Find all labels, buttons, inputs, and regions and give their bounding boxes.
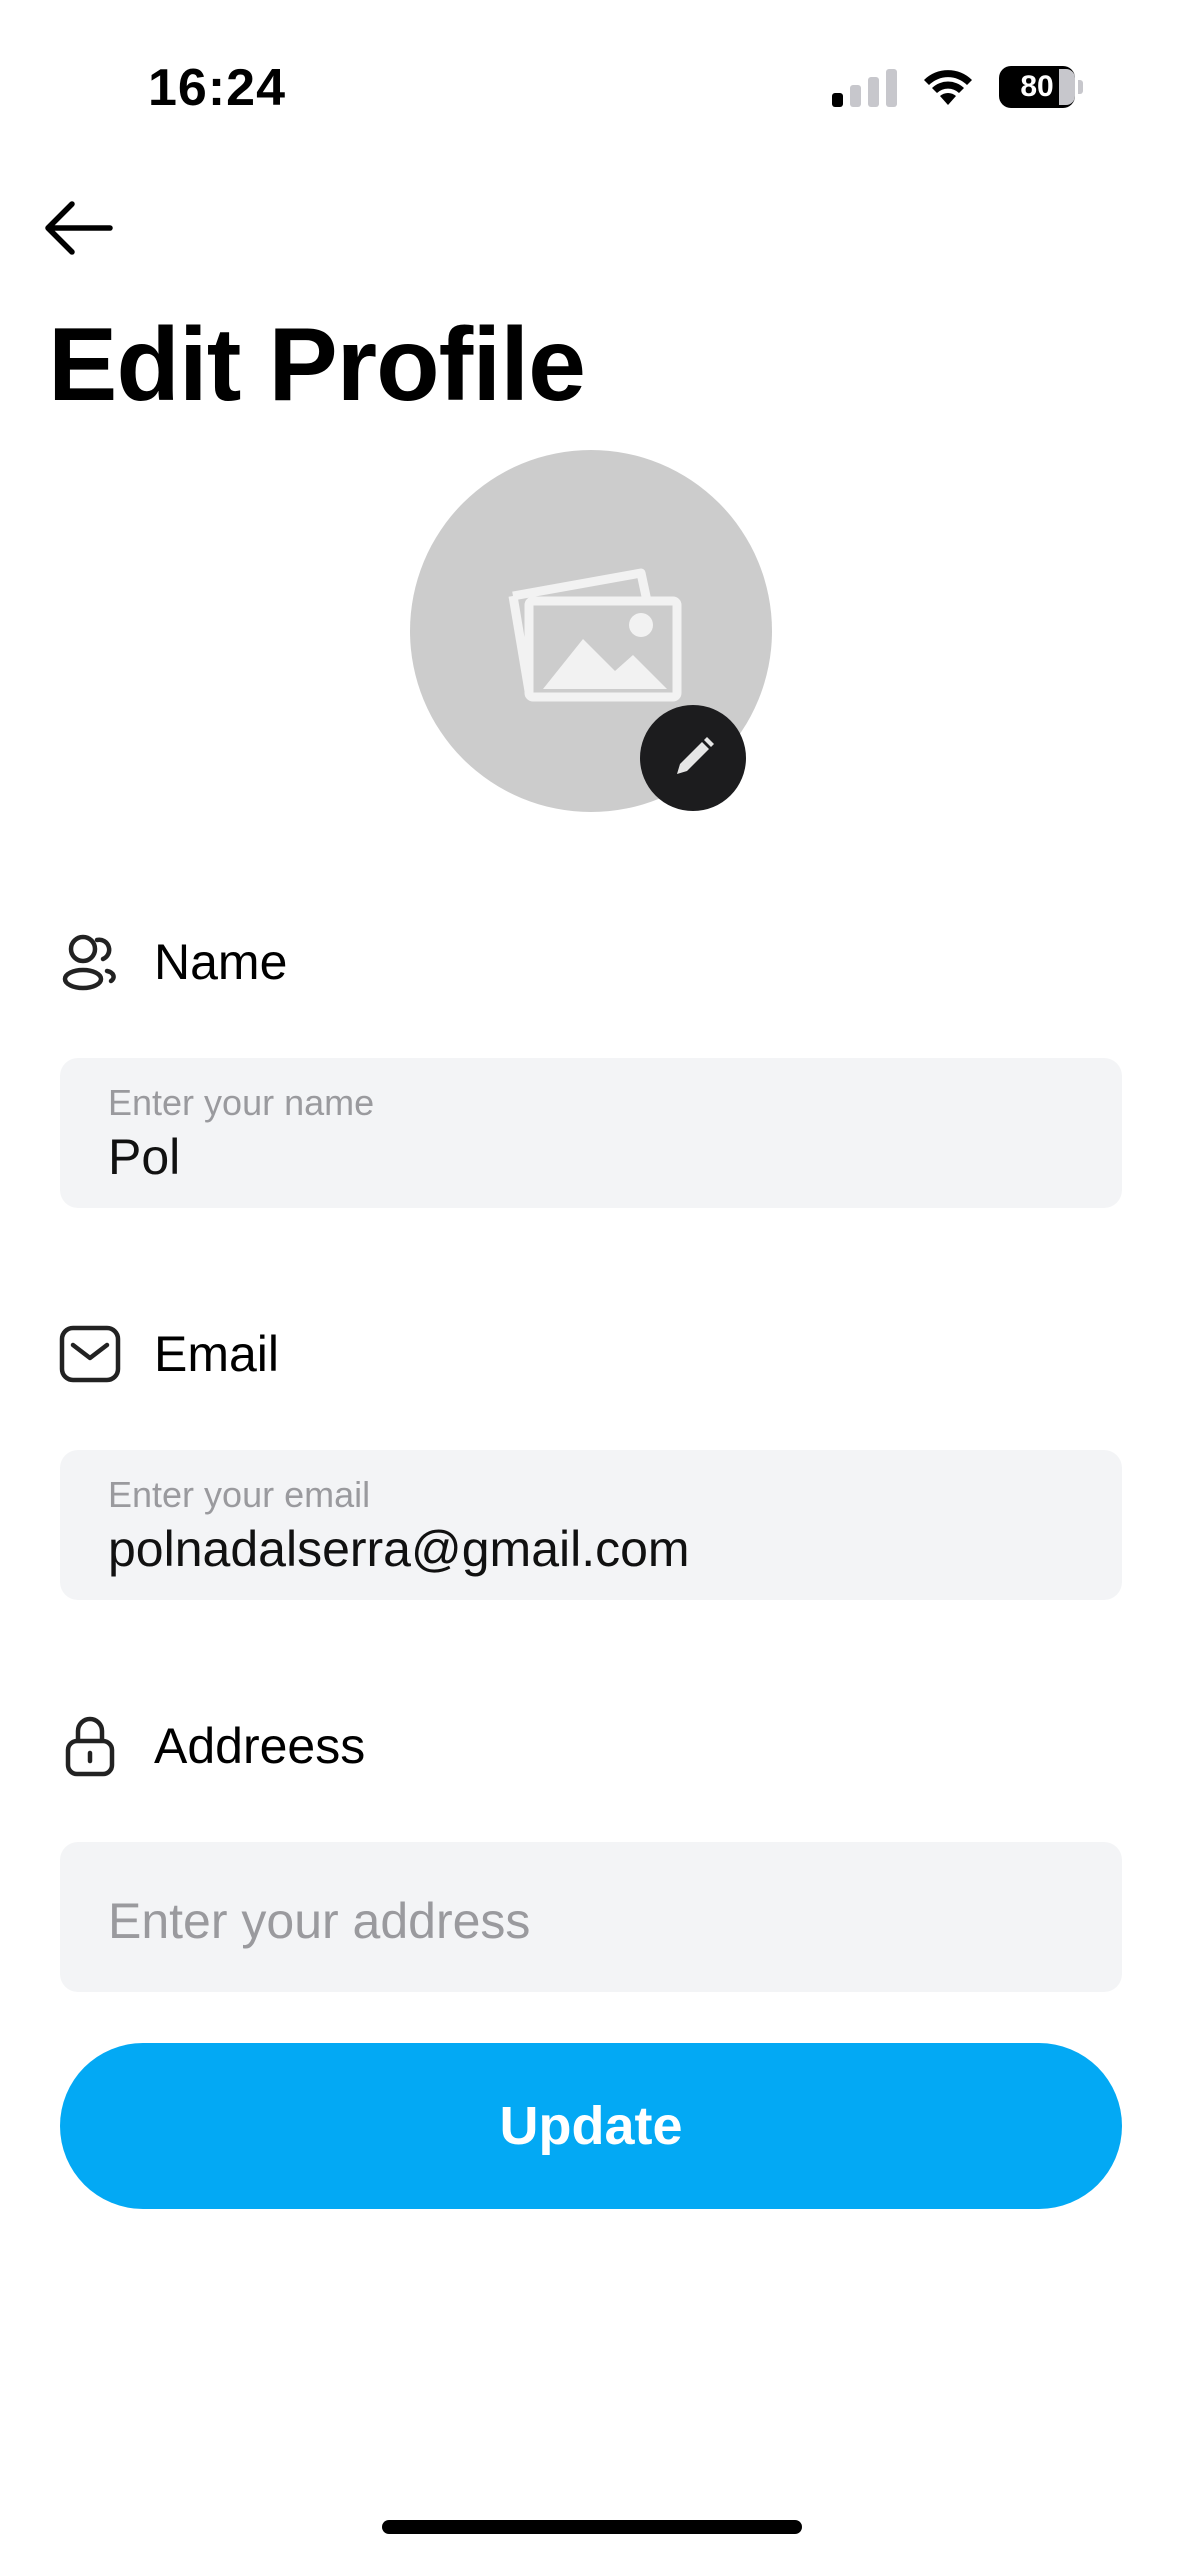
status-icons: 80 [832,64,1083,110]
edit-avatar-button[interactable] [640,705,746,811]
battery-icon: 80 [999,66,1083,108]
address-label: Addreess [154,1718,366,1774]
home-indicator[interactable] [382,2520,802,2534]
arrow-left-icon [45,201,113,255]
lock-icon [58,1714,122,1778]
users-icon [58,930,122,994]
name-field-placeholder: Enter your name [108,1082,375,1123]
update-button[interactable]: Update [60,2043,1122,2209]
email-label-row: Email [58,1322,279,1386]
email-label: Email [154,1326,280,1382]
name-field-value: Pol [108,1129,181,1185]
battery-level: 80 [1020,70,1054,103]
wifi-icon [924,70,972,105]
back-button[interactable] [38,192,118,264]
email-field[interactable]: Enter your email polnadalserra@gmail.com [60,1450,1122,1600]
name-label: Name [154,934,288,990]
name-field[interactable]: Enter your name Pol [60,1058,1122,1208]
name-label-row: Name [58,930,287,994]
address-field[interactable]: Enter your address [60,1842,1122,1992]
email-field-value: polnadalserra@gmail.com [108,1521,690,1577]
address-label-row: Addreess [58,1714,365,1778]
page-title: Edit Profile [48,307,586,423]
email-field-placeholder: Enter your email [108,1474,371,1515]
image-placeholder-icon [508,568,682,702]
address-field-placeholder: Enter your address [108,1893,531,1949]
mail-icon [58,1322,122,1386]
status-time: 16:24 [148,59,286,117]
signal-icon [832,67,897,107]
pencil-icon [677,737,714,774]
